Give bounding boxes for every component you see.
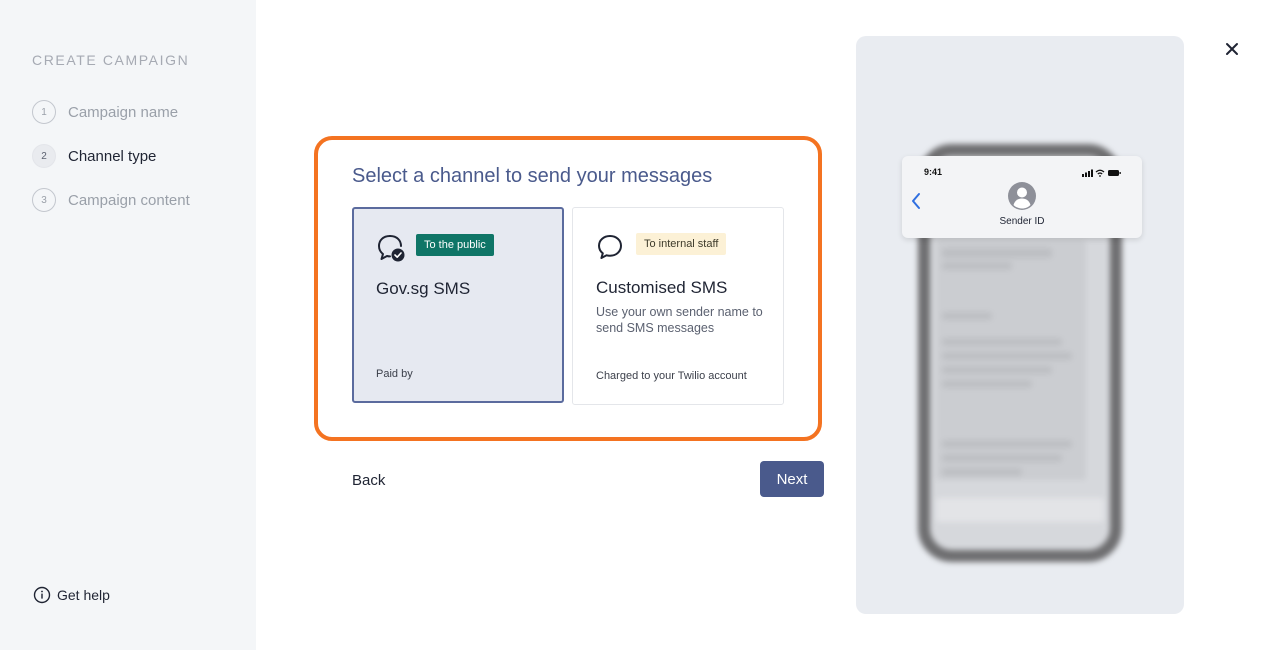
step-number: 1 [32, 100, 56, 124]
step-label: Campaign name [68, 103, 179, 121]
channel-card-customised-sms[interactable]: To internal staff Customised SMS Use you… [572, 207, 784, 405]
back-button[interactable]: Back [340, 464, 397, 496]
audience-badge: To the public [416, 234, 494, 256]
channel-card-govsg-sms[interactable]: To the public Gov.sg SMS Paid by [352, 207, 564, 403]
verified-chat-icon [378, 235, 405, 262]
close-button[interactable] [1220, 37, 1244, 61]
get-help-label: Get help [57, 587, 110, 603]
phone-message-header: 9:41 Sender ID [902, 156, 1142, 238]
sender-id-label: Sender ID [999, 216, 1045, 227]
channel-description: Use your own sender name to send SMS mes… [596, 305, 763, 335]
step-number: 2 [32, 144, 56, 168]
chevron-left-icon [912, 193, 920, 209]
get-help-link[interactable]: Get help [33, 586, 110, 604]
channel-title: Gov.sg SMS [376, 279, 471, 298]
step-campaign-content: 3 Campaign content [32, 188, 190, 212]
channel-footer: Charged to your Twilio account [596, 370, 747, 382]
chat-bubble-icon [598, 235, 622, 259]
sidebar-title: CREATE CAMPAIGN [32, 52, 190, 68]
sms-preview-panel: 9:41 Sender ID [856, 36, 1184, 614]
step-campaign-name: 1 Campaign name [32, 100, 178, 124]
status-bar-icons [1082, 169, 1121, 177]
step-label: Campaign content [68, 191, 190, 209]
next-button[interactable]: Next [760, 461, 824, 497]
step-label: Channel type [68, 147, 157, 165]
status-time: 9:41 [924, 167, 943, 177]
sidebar: CREATE CAMPAIGN 1 Campaign name 2 Channe… [0, 0, 256, 650]
channel-footer: Paid by [376, 368, 413, 380]
step-channel-type: 2 Channel type [32, 144, 156, 168]
step-number: 3 [32, 188, 56, 212]
info-icon [33, 586, 51, 604]
page-title: Select a channel to send your messages [352, 165, 713, 187]
user-avatar-icon [1008, 182, 1036, 210]
close-icon [1226, 43, 1238, 55]
channel-title: Customised SMS [596, 278, 728, 297]
audience-badge: To internal staff [636, 233, 727, 255]
